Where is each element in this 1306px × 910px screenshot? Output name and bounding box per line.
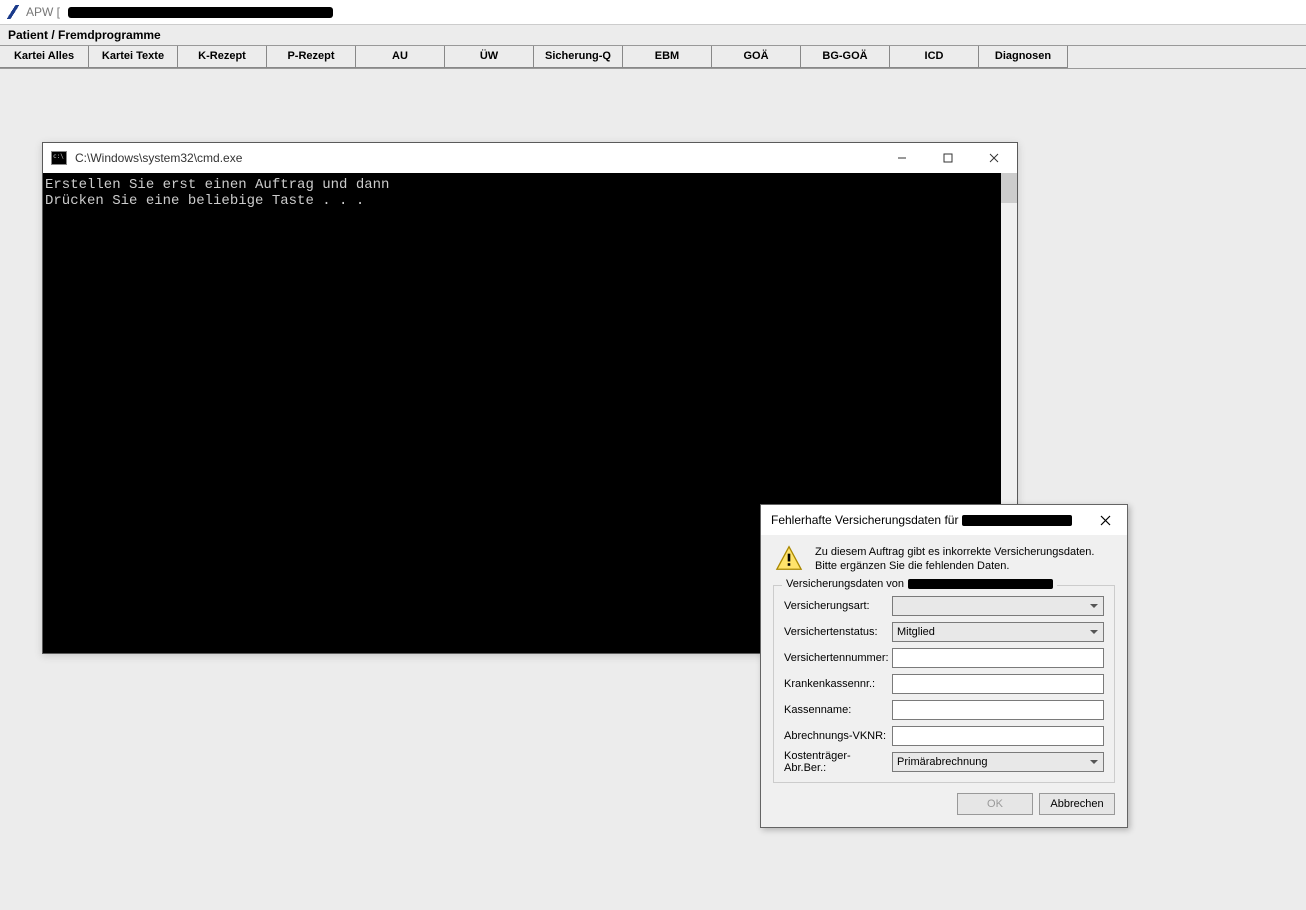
label-kassenname: Kassenname: — [784, 704, 892, 716]
cmd-minimize-button[interactable] — [879, 143, 925, 173]
toolbar: Kartei Alles Kartei Texte K-Rezept P-Rez… — [0, 46, 1306, 69]
label-kostentraeger: Kostenträger-Abr.Ber.: — [784, 750, 892, 774]
select-versichertenstatus[interactable]: Mitglied — [892, 622, 1104, 642]
input-abrechnungs-vknr[interactable] — [892, 726, 1104, 746]
warning-icon — [775, 545, 803, 571]
label-versichertenstatus: Versichertenstatus: — [784, 626, 892, 638]
dialog-title-bar[interactable]: Fehlerhafte Versicherungsdaten für — [761, 505, 1127, 535]
group-legend-text: Versicherungsdaten von — [786, 578, 904, 590]
dialog-close-button[interactable] — [1083, 505, 1127, 535]
tool-bg-goae[interactable]: BG-GOÄ — [801, 46, 890, 68]
select-versicherungsart[interactable] — [892, 596, 1104, 616]
tool-k-rezept[interactable]: K-Rezept — [178, 46, 267, 68]
cmd-title-bar[interactable]: C:\Windows\system32\cmd.exe — [43, 143, 1017, 173]
dialog-message-line-2: Bitte ergänzen Sie die fehlenden Daten. — [815, 559, 1094, 573]
dialog-message-line-1: Zu diesem Auftrag gibt es inkorrekte Ver… — [815, 545, 1094, 559]
cmd-scroll-thumb[interactable] — [1001, 173, 1017, 203]
cmd-icon — [51, 151, 67, 165]
close-icon — [989, 153, 999, 163]
app-title-bar: APW [ — [0, 0, 1306, 24]
label-versichertennummer: Versichertennummer: — [784, 652, 892, 664]
tool-kartei-texte[interactable]: Kartei Texte — [89, 46, 178, 68]
tool-ebm[interactable]: EBM — [623, 46, 712, 68]
cmd-close-button[interactable] — [971, 143, 1017, 173]
tool-p-rezept[interactable]: P-Rezept — [267, 46, 356, 68]
ok-button[interactable]: OK — [957, 793, 1033, 815]
label-versicherungsart: Versicherungsart: — [784, 600, 892, 612]
minimize-icon — [897, 153, 907, 163]
maximize-icon — [943, 153, 953, 163]
tool-kartei-alles[interactable]: Kartei Alles — [0, 46, 89, 68]
insurance-error-dialog: Fehlerhafte Versicherungsdaten für Zu di… — [760, 504, 1128, 828]
tool-goae[interactable]: GOÄ — [712, 46, 801, 68]
cmd-line-1: Erstellen Sie erst einen Auftrag und dan… — [45, 177, 389, 193]
cmd-title-text: C:\Windows\system32\cmd.exe — [75, 151, 879, 165]
label-abrechnungs-vknr: Abrechnungs-VKNR: — [784, 730, 892, 742]
menu-bar: Patient / Fremdprogramme — [0, 24, 1306, 46]
cmd-maximize-button[interactable] — [925, 143, 971, 173]
tool-sicherung-q[interactable]: Sicherung-Q — [534, 46, 623, 68]
tool-uew[interactable]: ÜW — [445, 46, 534, 68]
input-krankenkassennr[interactable] — [892, 674, 1104, 694]
redacted-text — [962, 515, 1072, 526]
tool-diagnosen[interactable]: Diagnosen — [979, 46, 1068, 68]
redacted-text — [908, 579, 1053, 589]
select-kostentraeger[interactable]: Primärabrechnung — [892, 752, 1104, 772]
close-icon — [1100, 515, 1111, 526]
app-logo-icon — [4, 5, 22, 19]
input-versichertennummer[interactable] — [892, 648, 1104, 668]
menu-patient-fremdprogramme[interactable]: Patient / Fremdprogramme — [8, 28, 161, 42]
tool-au[interactable]: AU — [356, 46, 445, 68]
tool-icd[interactable]: ICD — [890, 46, 979, 68]
dialog-title-text: Fehlerhafte Versicherungsdaten für — [771, 513, 958, 527]
input-kassenname[interactable] — [892, 700, 1104, 720]
dialog-message: Zu diesem Auftrag gibt es inkorrekte Ver… — [815, 545, 1094, 573]
label-krankenkassennr: Krankenkassennr.: — [784, 678, 892, 690]
redacted-text — [68, 7, 333, 18]
cmd-line-2: Drücken Sie eine beliebige Taste . . . — [45, 193, 364, 209]
app-title-text: APW [ — [26, 5, 60, 19]
insurance-data-group: Versicherungsdaten von Versicherungsart:… — [773, 585, 1115, 783]
cancel-button[interactable]: Abbrechen — [1039, 793, 1115, 815]
